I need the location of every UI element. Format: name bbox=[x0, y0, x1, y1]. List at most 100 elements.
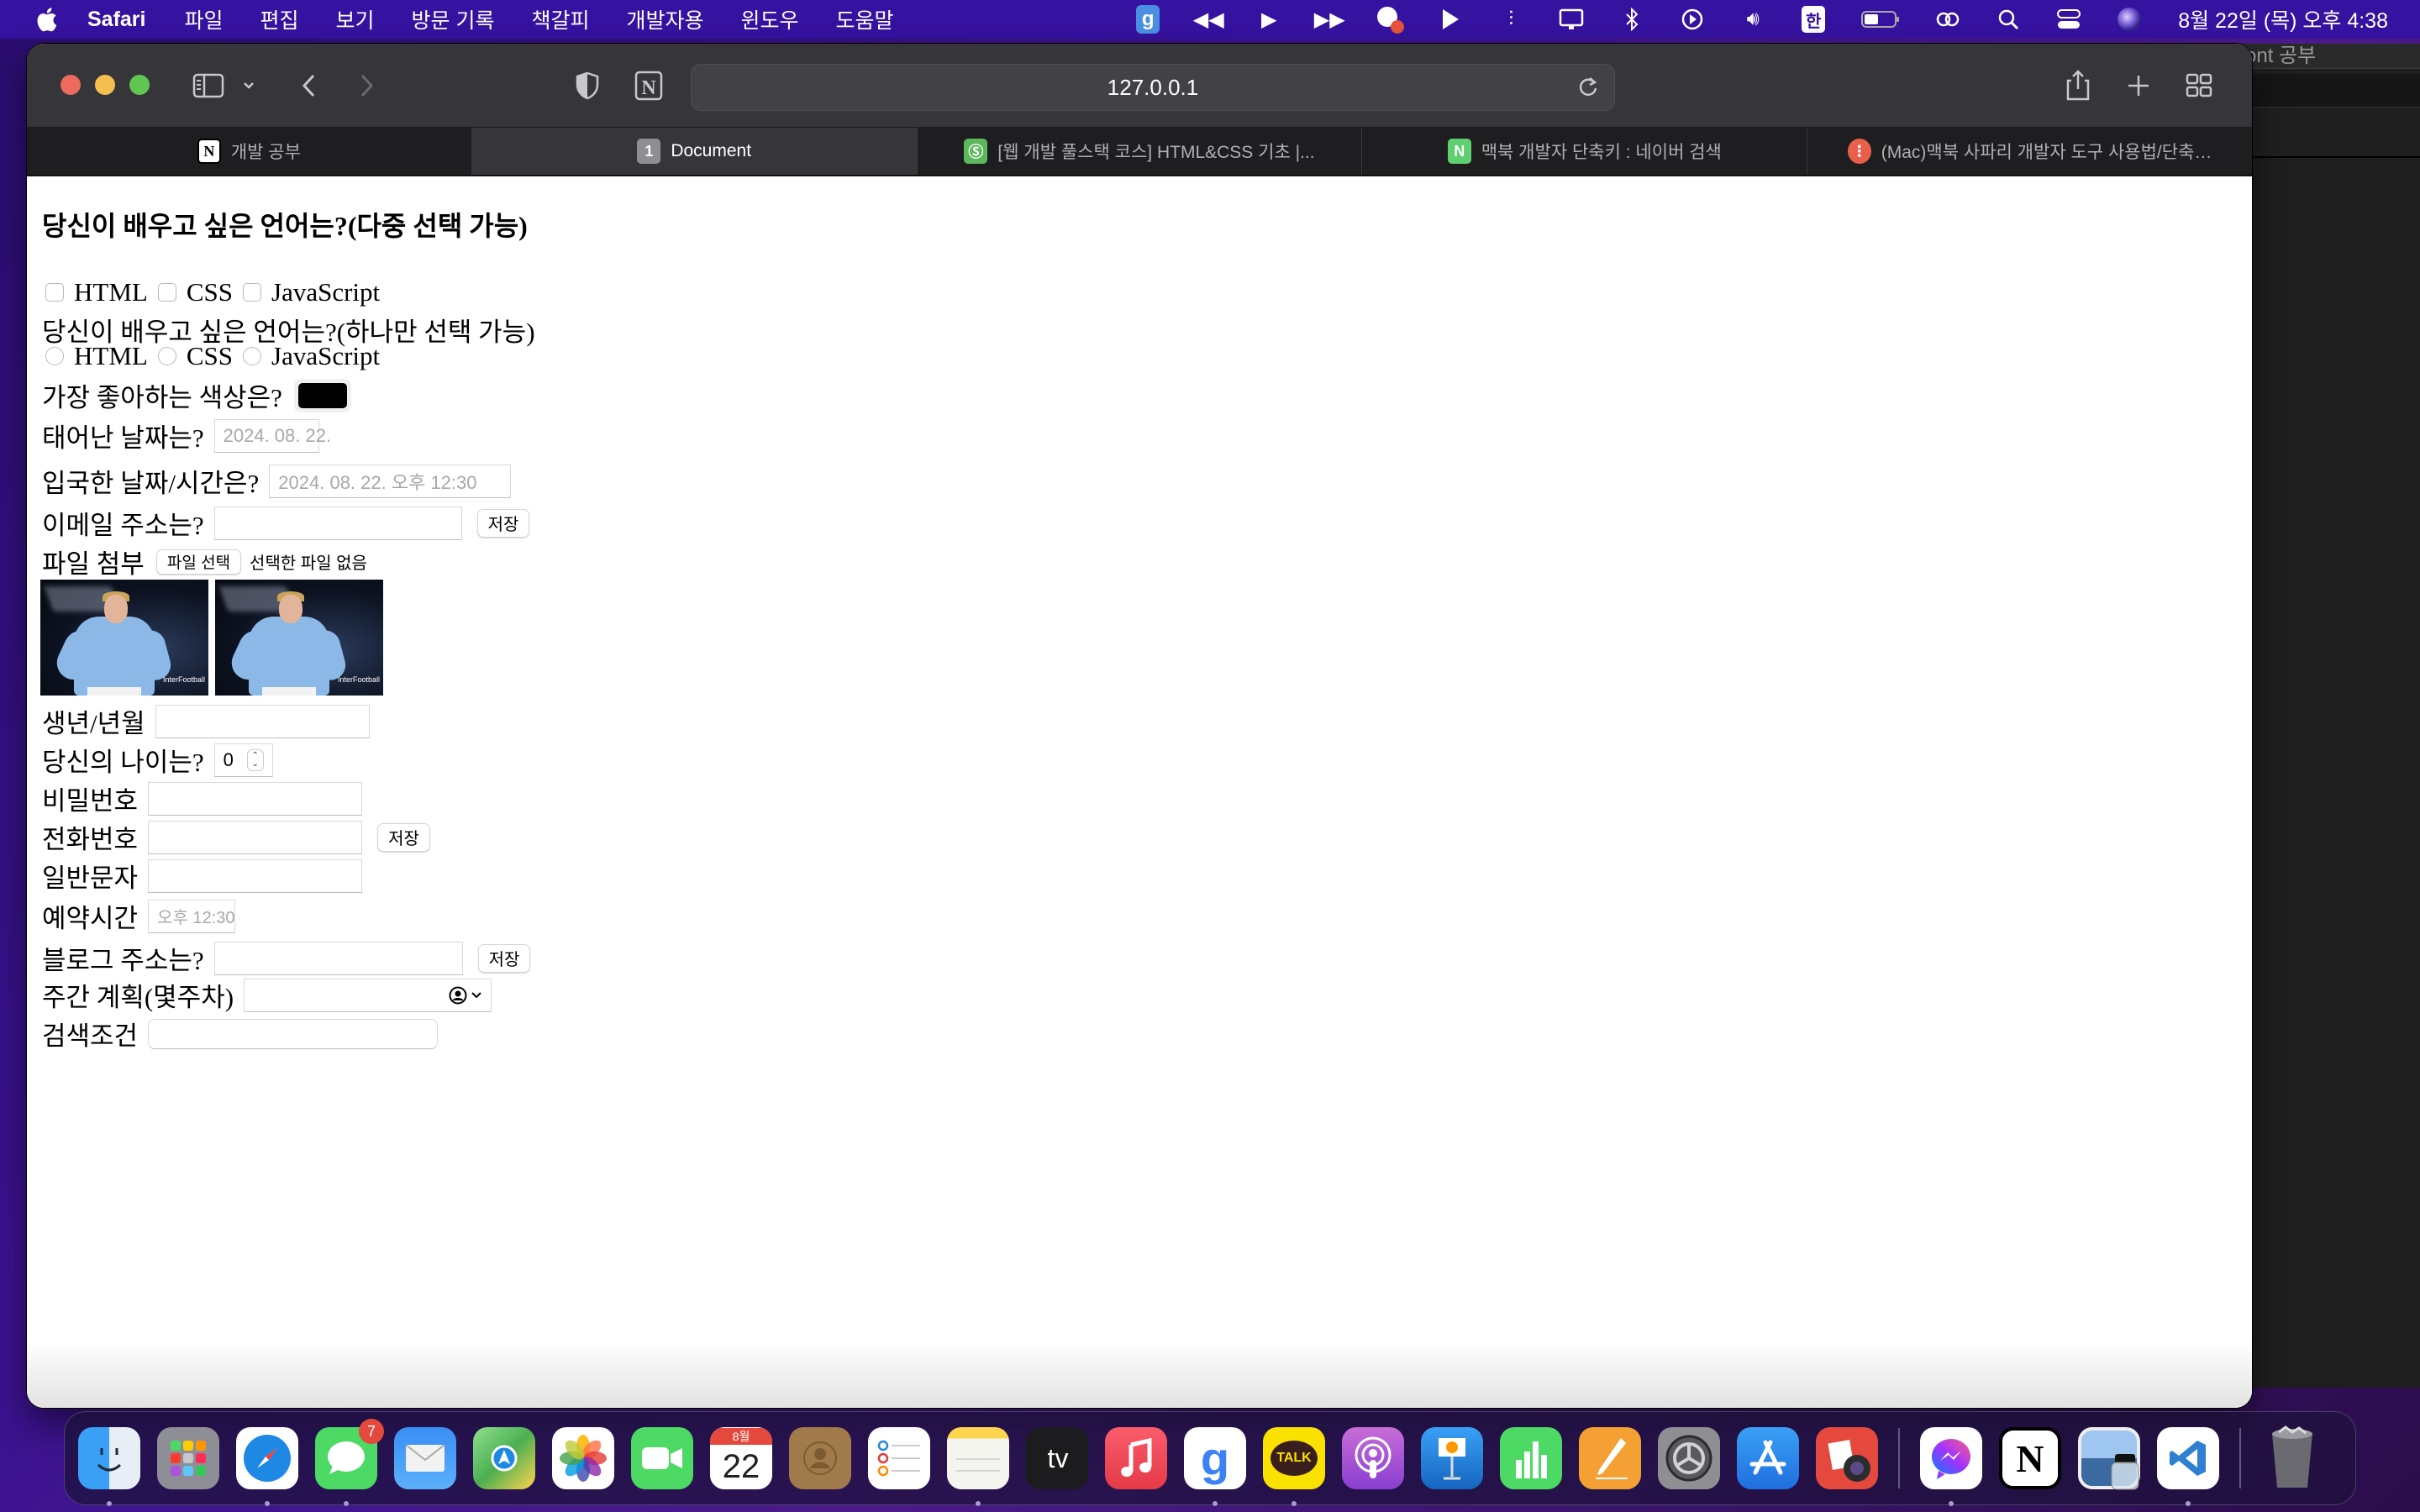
radio-html[interactable] bbox=[45, 347, 64, 365]
dock-app-music[interactable] bbox=[1105, 1427, 1167, 1489]
dock-app-messages[interactable]: 7 bbox=[315, 1419, 384, 1506]
time-input[interactable]: 오후 12:30 bbox=[148, 899, 236, 933]
dock-app-app-store[interactable] bbox=[1737, 1427, 1799, 1489]
rewind-icon[interactable]: ◀◀ bbox=[1193, 6, 1224, 33]
dock-app-messenger[interactable] bbox=[1920, 1427, 1982, 1506]
dock-app-grammarly[interactable]: g bbox=[1184, 1427, 1246, 1506]
flag-icon[interactable] bbox=[1437, 6, 1464, 33]
play-icon[interactable]: ▶ bbox=[1255, 6, 1282, 33]
fast-forward-icon[interactable]: ▶▶ bbox=[1314, 6, 1345, 33]
dock-app-keynote[interactable] bbox=[1421, 1427, 1483, 1489]
input-source-icon[interactable]: 한 bbox=[1800, 6, 1827, 33]
search-input[interactable] bbox=[148, 1018, 439, 1049]
dock-app-photo-booth[interactable] bbox=[1816, 1427, 1878, 1489]
tab-dev-study[interactable]: N 개발 공부 bbox=[27, 128, 472, 175]
week-picker-controls[interactable] bbox=[449, 986, 482, 1005]
back-icon[interactable] bbox=[296, 69, 321, 102]
dock-app-calendar[interactable]: 8월 22 bbox=[710, 1427, 772, 1489]
checkbox-css[interactable] bbox=[157, 283, 176, 302]
spotlight-icon[interactable] bbox=[1995, 6, 2022, 33]
sidebar-toggle-icon[interactable] bbox=[192, 69, 225, 102]
tab-naver-search[interactable]: N 맥북 개발자 단축키 : 네이버 검색 bbox=[1362, 128, 1808, 175]
entry-datetime-input[interactable]: 2024. 08. 22. 오후 12:30 bbox=[269, 464, 512, 498]
menu-app-safari[interactable]: Safari bbox=[87, 8, 145, 32]
minimize-window-button[interactable] bbox=[95, 75, 115, 95]
menu-develop[interactable]: 개발자용 bbox=[627, 4, 704, 34]
dock-app-launchpad[interactable] bbox=[157, 1427, 219, 1489]
radio-css[interactable] bbox=[157, 347, 176, 365]
dock-app-facetime[interactable] bbox=[631, 1427, 693, 1489]
display-icon[interactable] bbox=[1558, 6, 1585, 33]
color-picker[interactable] bbox=[293, 378, 351, 412]
birthdate-input[interactable]: 2024. 08. 22. bbox=[213, 418, 331, 453]
close-window-button[interactable] bbox=[60, 75, 81, 95]
phone-save-button[interactable]: 저장 bbox=[377, 822, 430, 852]
dock-app-contacts[interactable] bbox=[789, 1427, 851, 1489]
bluetooth-icon[interactable] bbox=[1618, 6, 1645, 33]
menu-help[interactable]: 도움말 bbox=[836, 4, 894, 34]
tab-fullstack-course[interactable]: Ⓢ [웹 개발 풀스택 코스] HTML&CSS 기초 |... bbox=[918, 128, 1363, 175]
dock-app-mail[interactable] bbox=[394, 1427, 456, 1489]
email-input[interactable] bbox=[213, 506, 462, 540]
blog-url-input[interactable] bbox=[213, 941, 463, 975]
apple-menu-icon[interactable] bbox=[34, 6, 59, 33]
dock-app-maps[interactable] bbox=[473, 1427, 535, 1489]
menu-view[interactable]: 보기 bbox=[336, 4, 375, 34]
menu-bookmarks[interactable]: 책갈피 bbox=[531, 4, 589, 34]
dock-app-reminders[interactable] bbox=[868, 1427, 930, 1489]
menu-clock[interactable]: 8월 22일 (목) 오후 4:38 bbox=[2178, 4, 2388, 34]
dock-app-numbers[interactable] bbox=[1500, 1427, 1562, 1489]
dock-app-photos[interactable] bbox=[552, 1427, 614, 1489]
month-input[interactable] bbox=[155, 704, 370, 738]
email-save-button[interactable]: 저장 bbox=[476, 508, 530, 538]
age-stepper[interactable]: ⌃ ⌄ bbox=[246, 748, 264, 771]
radio-javascript[interactable] bbox=[243, 347, 261, 365]
new-tab-icon[interactable] bbox=[2124, 69, 2153, 102]
notion-extension-icon[interactable]: N bbox=[632, 69, 666, 102]
battery-icon[interactable] bbox=[1860, 6, 1901, 33]
text-input[interactable] bbox=[148, 858, 363, 893]
menu-history[interactable]: 방문 기록 bbox=[412, 4, 495, 34]
reload-icon[interactable] bbox=[1574, 73, 1602, 102]
share-icon[interactable] bbox=[2064, 69, 2092, 102]
chevron-down-icon[interactable] bbox=[240, 69, 257, 102]
dock-app-notion[interactable]: N bbox=[1999, 1427, 2061, 1489]
blog-save-button[interactable]: 저장 bbox=[477, 943, 531, 973]
privacy-shield-icon[interactable] bbox=[573, 69, 602, 102]
background-window[interactable]: ont 공부 bbox=[2235, 44, 2420, 1388]
dock-app-safari[interactable] bbox=[236, 1427, 298, 1506]
menu-window[interactable]: 윈도우 bbox=[741, 4, 799, 34]
siri-icon[interactable] bbox=[2116, 6, 2143, 33]
tab-document[interactable]: 1 Document bbox=[471, 128, 918, 175]
play-circle-icon[interactable] bbox=[1679, 6, 1706, 33]
dock-app-apple-tv[interactable]: tv bbox=[1026, 1427, 1088, 1489]
control-center-icon[interactable] bbox=[2055, 6, 2082, 33]
dock-app-preview[interactable] bbox=[2078, 1427, 2140, 1490]
dock-app-notes[interactable] bbox=[947, 1427, 1009, 1506]
tab-overview-icon[interactable] bbox=[2185, 69, 2213, 102]
link-icon[interactable] bbox=[1934, 6, 1961, 33]
dock-trash[interactable] bbox=[2261, 1425, 2323, 1489]
zoom-window-button[interactable] bbox=[129, 75, 150, 95]
address-bar[interactable]: 127.0.0.1 bbox=[691, 64, 1615, 111]
dock-app-finder[interactable] bbox=[78, 1427, 140, 1506]
password-input[interactable] bbox=[148, 781, 363, 816]
menu-file[interactable]: 파일 bbox=[184, 4, 223, 34]
volume-icon[interactable]: 🔊︎ bbox=[1739, 6, 1766, 33]
sidecar-icon[interactable]: ⫶ bbox=[1497, 6, 1524, 33]
age-input[interactable]: 0 ⌃ ⌄ bbox=[213, 743, 273, 777]
grammarly-icon[interactable]: g bbox=[1134, 5, 1161, 34]
checkbox-html[interactable] bbox=[45, 283, 64, 302]
dock-app-system-preferences[interactable] bbox=[1658, 1427, 1720, 1489]
chat-notification-icon[interactable] bbox=[1376, 6, 1405, 34]
week-input[interactable] bbox=[244, 978, 492, 1012]
dock-app-podcasts[interactable] bbox=[1342, 1427, 1404, 1489]
phone-input[interactable] bbox=[148, 820, 363, 854]
dock-app-vscode[interactable] bbox=[2157, 1427, 2219, 1506]
checkbox-javascript[interactable] bbox=[243, 283, 261, 302]
tab-safari-devtools[interactable]: ⋮ (Mac)맥북 사파리 개발자 도구 사용법/단축… bbox=[1807, 128, 2252, 175]
dock-app-pages[interactable] bbox=[1579, 1427, 1641, 1489]
file-select-button[interactable]: 파일 선택 bbox=[155, 549, 242, 575]
menu-edit[interactable]: 편집 bbox=[260, 4, 299, 34]
dock-app-kakaotalk[interactable]: TALK bbox=[1263, 1427, 1325, 1506]
